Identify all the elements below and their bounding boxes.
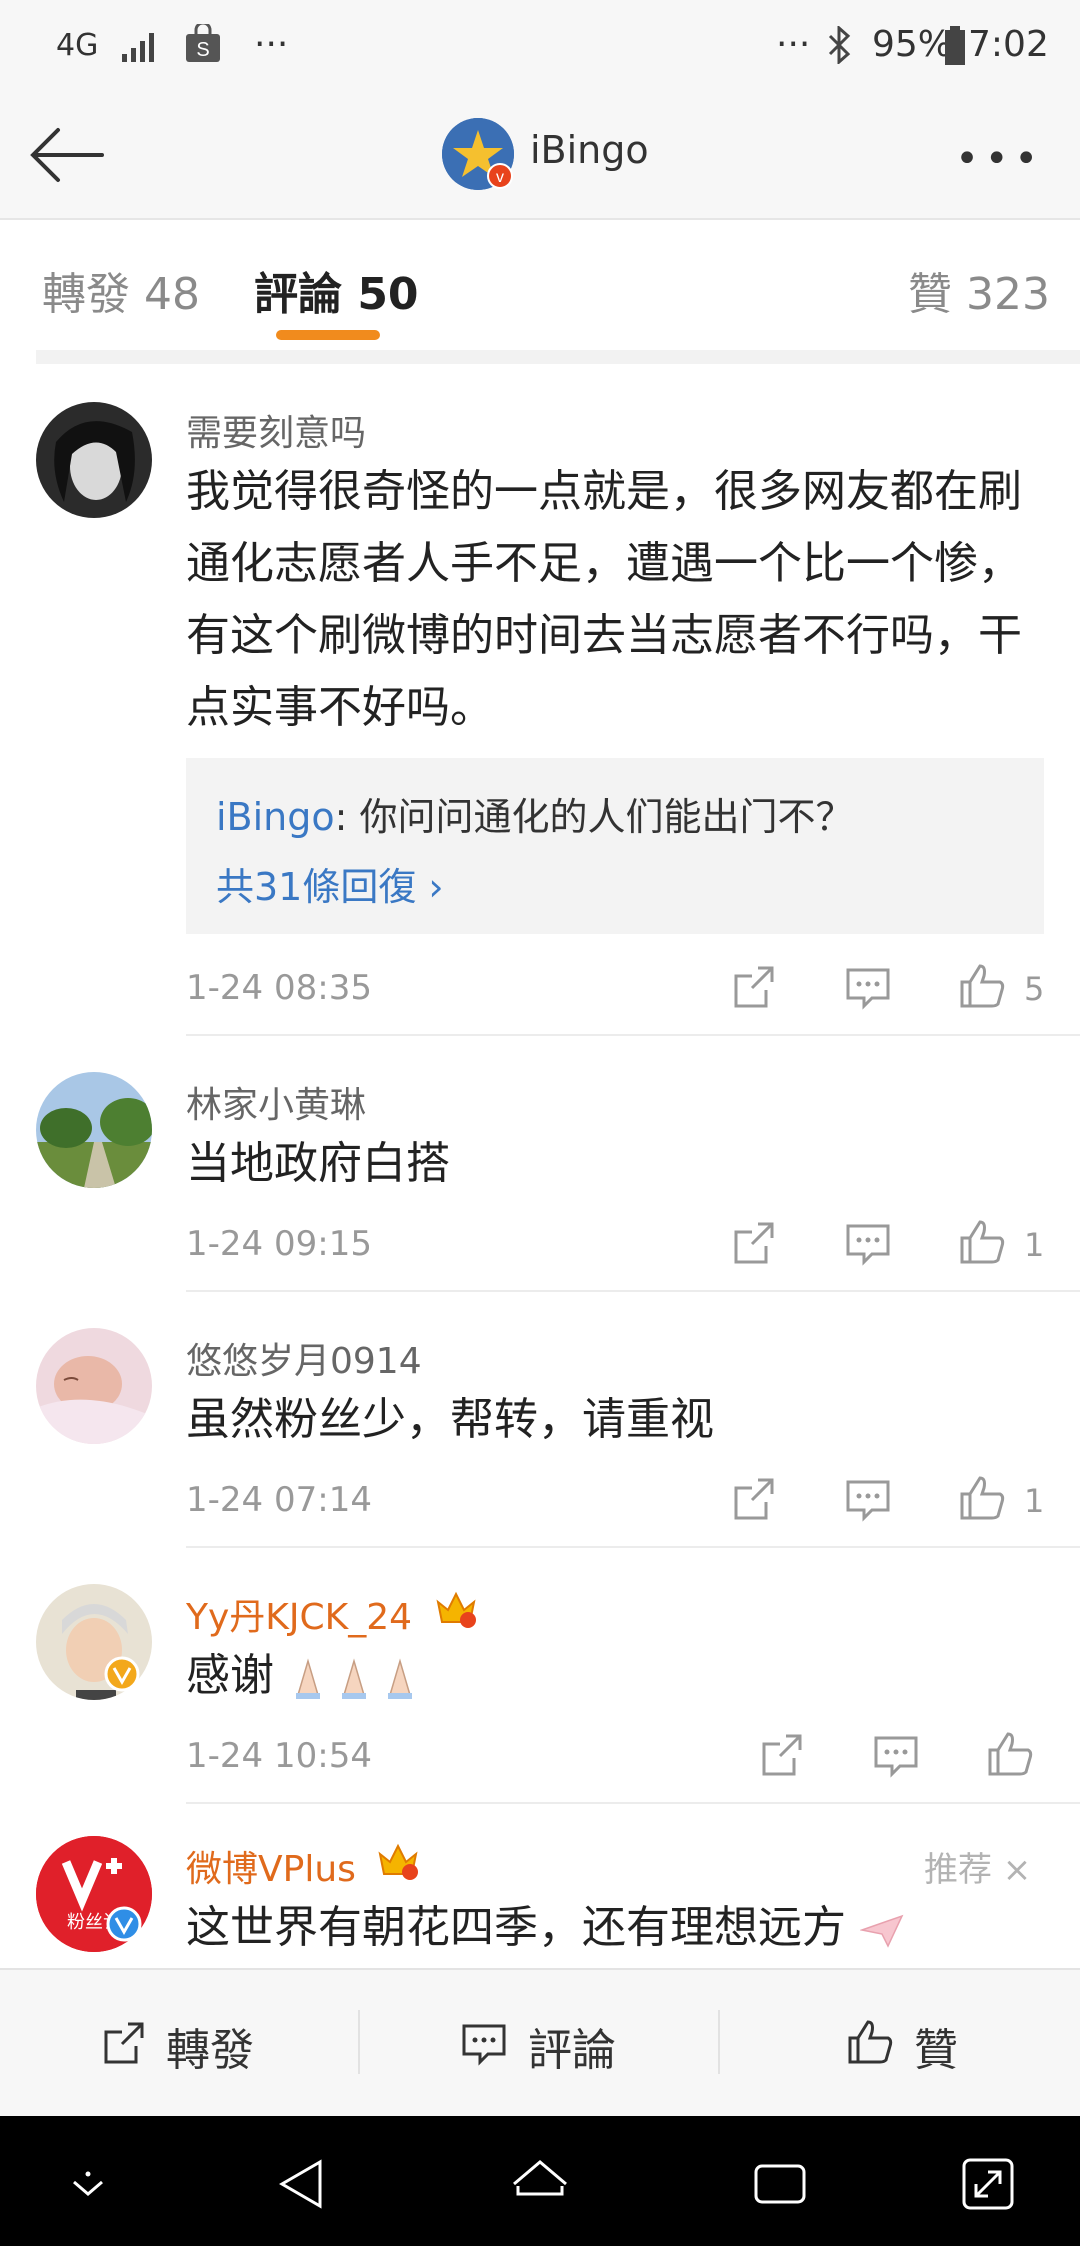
like-icon[interactable] <box>984 1728 1036 1780</box>
home-nav-icon[interactable] <box>510 2154 570 2214</box>
bar-divider <box>358 2010 360 2074</box>
comment-icon[interactable] <box>870 1730 922 1782</box>
comment-username[interactable]: 悠悠岁月0914 <box>186 1332 422 1384</box>
comment-line: 有这个刷微博的时间去当志愿者不行吗，干 <box>186 610 1022 661</box>
signal-icon <box>122 33 154 62</box>
comment-icon[interactable] <box>842 1218 894 1270</box>
avatar[interactable] <box>36 1072 152 1188</box>
avatar-baby-image <box>36 1328 152 1444</box>
back-nav-icon[interactable] <box>272 2154 332 2214</box>
reply-username[interactable]: iBingo <box>216 795 335 839</box>
active-tab-indicator <box>276 330 380 340</box>
network-type: 4G <box>56 28 99 63</box>
bottom-action-bar: 轉發 評論 贊 <box>0 1968 1080 2118</box>
verified-badge-icon <box>104 1656 140 1692</box>
repost-icon[interactable] <box>728 1218 780 1270</box>
bluetooth-icon <box>828 26 851 64</box>
comment-timestamp: 1-24 09:15 <box>186 1224 372 1264</box>
tab-comments[interactable]: 評論 50 <box>254 258 419 322</box>
expand-screen-icon[interactable] <box>958 2154 1018 2214</box>
praying-hands-icon <box>296 1658 412 1699</box>
comment-text: 感谢 <box>186 1640 1046 1712</box>
title-bar: v iBingo ••• <box>0 92 1080 220</box>
tab-likes[interactable]: 贊 323 <box>908 258 1050 322</box>
more-options-icon[interactable]: ••• <box>955 136 1044 182</box>
status-dots-right: ··· <box>776 24 811 65</box>
comment-separator <box>186 1546 1080 1548</box>
status-dots-left: ··· <box>254 24 289 65</box>
svg-text:v: v <box>496 169 504 186</box>
recommend-dismiss[interactable]: 推荐 × <box>924 1842 1031 1891</box>
battery-percent: 95% <box>872 24 953 65</box>
comment-timestamp: 1-24 07:14 <box>186 1480 372 1520</box>
repost-icon[interactable] <box>756 1730 808 1782</box>
paper-plane-icon <box>859 1914 904 1948</box>
comment-line: 通化志愿者人手不足，遭遇一个比一个惨， <box>186 538 1022 589</box>
hide-keyboard-icon[interactable] <box>58 2154 118 2214</box>
like-count: 5 <box>1024 970 1045 1008</box>
comment-text-content: 这世界有朝花四季，还有理想远方 <box>186 1902 846 1953</box>
view-replies-link[interactable]: 共31條回復 › <box>216 856 444 911</box>
avatar-landscape-image <box>36 1072 152 1188</box>
comment-text-content: 感谢 <box>186 1650 274 1701</box>
shopping-bag-icon: S <box>186 24 220 62</box>
comment-username[interactable]: 林家小黄琳 <box>186 1076 366 1128</box>
like-icon[interactable] <box>956 1216 1008 1268</box>
account-avatar[interactable]: v <box>442 118 514 190</box>
avatar[interactable] <box>36 1328 152 1444</box>
comment-button[interactable]: 評論 <box>458 2010 648 2080</box>
vip-crown-icon <box>436 1591 476 1628</box>
reply-line: iBingo: 你问问通化的人们能出门不？ <box>216 786 854 841</box>
comment-username[interactable]: 需要刻意吗 <box>186 404 366 456</box>
avatar-portrait-image <box>36 402 152 518</box>
svg-text:S: S <box>196 39 209 61</box>
recent-apps-icon[interactable] <box>750 2154 810 2214</box>
verified-badge-icon <box>106 1906 142 1942</box>
comment-text: 当地政府白搭 <box>186 1138 450 1189</box>
reply-preview[interactable]: iBingo: 你问问通化的人们能出门不？ 共31條回復 › <box>186 758 1044 934</box>
repost-button[interactable]: 轉發 <box>98 2010 288 2080</box>
status-bar: 4G S ··· ··· 95% 7:02 <box>0 0 1080 92</box>
comment-icon[interactable] <box>842 1474 894 1526</box>
comment-text: 我觉得很奇怪的一点就是，很多网友都在刷 通化志愿者人手不足，遭遇一个比一个惨， … <box>186 456 1046 744</box>
repost-icon <box>104 2022 144 2064</box>
comment-username[interactable]: Yy丹KJCK_24 <box>186 1588 412 1640</box>
battery-icon <box>945 26 965 65</box>
star-mascot-icon: v <box>442 118 514 190</box>
repost-button-label: 轉發 <box>166 2025 254 2076</box>
repost-icon[interactable] <box>728 1474 780 1526</box>
tab-reposts[interactable]: 轉發 48 <box>42 258 200 322</box>
like-icon[interactable] <box>956 960 1008 1012</box>
like-button[interactable]: 贊 <box>844 2010 994 2080</box>
comment-timestamp: 1-24 10:54 <box>186 1736 372 1776</box>
avatar[interactable] <box>36 402 152 518</box>
comment-button-label: 評論 <box>528 2025 616 2076</box>
like-icon <box>848 2020 893 2064</box>
bar-divider <box>718 2010 720 2074</box>
page-title: iBingo <box>530 128 649 172</box>
system-nav-bar <box>0 2116 1080 2246</box>
like-button-label: 贊 <box>914 2025 958 2076</box>
repost-icon[interactable] <box>728 962 780 1014</box>
like-icon[interactable] <box>956 1472 1008 1524</box>
back-arrow-icon[interactable] <box>28 122 106 188</box>
comment-icon <box>462 2024 506 2066</box>
comment-username[interactable]: 微博VPlus <box>186 1840 356 1892</box>
comment-separator <box>186 1290 1080 1292</box>
like-count: 1 <box>1024 1482 1045 1520</box>
tab-bar: 轉發 48 評論 50 贊 323 <box>0 220 1080 350</box>
comment-icon[interactable] <box>842 962 894 1014</box>
comment-line: 我觉得很奇怪的一点就是，很多网友都在刷 <box>186 466 1022 517</box>
comment-line: 点实事不好吗。 <box>186 682 494 733</box>
comment-separator <box>186 1034 1080 1036</box>
clock: 7:02 <box>968 24 1049 65</box>
reply-text: : 你问问通化的人们能出门不？ <box>334 795 854 839</box>
comment-text: 虽然粉丝少，帮转，请重视 <box>186 1394 714 1445</box>
vip-crown-icon <box>378 1843 418 1880</box>
comment-timestamp: 1-24 08:35 <box>186 968 372 1008</box>
comment-text: 这世界有朝花四季，还有理想远方 <box>186 1892 1046 1964</box>
tab-divider <box>36 350 1080 364</box>
like-count: 1 <box>1024 1226 1045 1264</box>
comment-separator <box>186 1802 1080 1804</box>
